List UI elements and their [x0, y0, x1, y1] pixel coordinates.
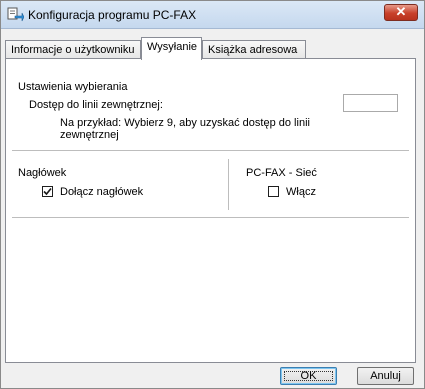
close-icon: ✕: [395, 4, 407, 19]
tab-user-info[interactable]: Informacje o użytkowniku: [5, 40, 141, 59]
dialing-hint: Na przykład: Wybierz 9, aby uzyskać dost…: [60, 117, 310, 141]
network-section-label: PC-FAX - Sieć: [246, 167, 317, 179]
ok-label: OK: [300, 370, 317, 382]
tab-label: Książka adresowa: [208, 44, 298, 56]
check-mark-icon: [43, 187, 52, 196]
header-section-label: Nagłówek: [18, 167, 67, 179]
separator: [12, 217, 409, 218]
vertical-separator: [228, 159, 229, 210]
tab-sending[interactable]: Wysyłanie: [141, 37, 202, 60]
include-header-checkbox[interactable]: [42, 186, 53, 197]
cancel-button[interactable]: Anuluj: [357, 367, 414, 385]
dialog-window: Konfiguracja programu PC-FAX ✕ Informacj…: [0, 0, 425, 389]
close-button[interactable]: ✕: [384, 4, 418, 21]
include-header-label: Dołącz nagłówek: [60, 186, 144, 198]
window-title: Konfiguracja programu PC-FAX: [28, 8, 197, 22]
tab-label: Wysyłanie: [147, 41, 198, 53]
cancel-label: Anuluj: [370, 370, 401, 382]
tab-address-book[interactable]: Książka adresowa: [202, 40, 306, 59]
outside-line-label: Dostęp do linii zewnętrznej:: [29, 99, 163, 111]
outside-line-input[interactable]: [343, 94, 398, 112]
dialing-settings-label: Ustawienia wybierania: [18, 81, 128, 93]
pc-fax-app-icon: [7, 7, 25, 23]
title-bar[interactable]: Konfiguracja programu PC-FAX ✕: [1, 1, 424, 29]
separator: [12, 150, 409, 151]
enable-network-checkbox[interactable]: [268, 186, 279, 197]
ok-button[interactable]: OK: [280, 367, 337, 385]
enable-network-label: Włącz: [286, 186, 316, 198]
sending-tab-panel: Ustawienia wybierania Dostęp do linii ze…: [5, 58, 416, 363]
tab-label: Informacje o użytkowniku: [11, 44, 135, 56]
